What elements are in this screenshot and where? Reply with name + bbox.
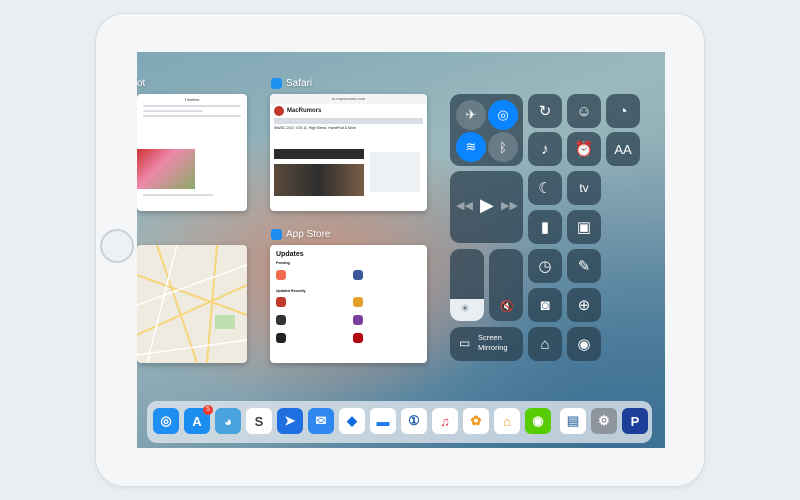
map-graphic bbox=[137, 245, 247, 363]
notes-title: Timeline bbox=[184, 97, 200, 102]
safari-article-image bbox=[274, 164, 364, 196]
safari-site-name: MacRumors bbox=[287, 108, 322, 114]
screen-mirroring-icon: ▭ bbox=[459, 336, 471, 350]
camera-icon[interactable]: ◙ bbox=[528, 288, 562, 322]
notes-card[interactable]: Timeline bbox=[137, 94, 247, 211]
dock-home-icon[interactable]: ⌂ bbox=[494, 408, 520, 434]
brightness-icon: ☀ bbox=[460, 303, 470, 315]
bluetooth-icon[interactable]: ᛒ bbox=[488, 132, 518, 162]
notes-icon[interactable]: ✎ bbox=[567, 249, 601, 283]
do-not-disturb-icon[interactable]: ♪ bbox=[528, 132, 562, 166]
rewind-icon[interactable]: ◀◀ bbox=[456, 199, 473, 212]
wifi-icon[interactable]: ≋ bbox=[456, 132, 486, 162]
safari-headline: WWDC 2017: iOS 11, High Sierra, HomePod … bbox=[274, 126, 357, 130]
text-size-glyph: AA bbox=[614, 141, 632, 157]
appstore-recent: Updated Recently bbox=[276, 289, 306, 293]
orientation-lock-icon[interactable]: ↻ bbox=[528, 94, 562, 128]
alarm-icon[interactable]: ⏰ bbox=[567, 132, 601, 166]
screen-mirroring-label: Screen Mirroring bbox=[478, 333, 508, 352]
dock-duolingo-icon[interactable]: ◉ bbox=[525, 408, 551, 434]
dock-dropbox-icon[interactable]: ◆ bbox=[339, 408, 365, 434]
appstore-title: Updates bbox=[276, 251, 304, 258]
dock-music-icon[interactable]: ♫ bbox=[432, 408, 458, 434]
macrumors-logo-icon bbox=[274, 106, 284, 116]
appstore-badge: 5 bbox=[203, 405, 213, 415]
airplane-mode-icon[interactable]: ✈ bbox=[456, 100, 486, 130]
media-panel[interactable]: ◀◀ ▶ ▶▶ bbox=[450, 171, 523, 243]
night-mode-icon[interactable]: ☾ bbox=[528, 171, 562, 205]
safari-label-text: Safari bbox=[286, 78, 313, 89]
flashlight-icon[interactable]: ▮ bbox=[528, 210, 562, 244]
volume-slider[interactable]: 🔇 bbox=[489, 249, 523, 321]
notes-label-text: ot bbox=[137, 78, 146, 89]
safari-label: Safari bbox=[271, 78, 312, 89]
apple-tv-glyph: tv bbox=[579, 181, 589, 195]
timer-icon[interactable]: ◔ bbox=[606, 94, 640, 128]
home-icon[interactable]: ⌂ bbox=[528, 327, 562, 361]
appstore-card[interactable]: Updates Pending Updated Recently bbox=[270, 245, 427, 363]
magnifier-icon[interactable]: ⊕ bbox=[567, 288, 601, 322]
guided-access-icon[interactable]: ▣ bbox=[567, 210, 601, 244]
home-button[interactable] bbox=[100, 229, 134, 263]
dock-tweetbot-icon[interactable]: ◕ bbox=[215, 408, 241, 434]
dock-safari-icon[interactable]: ◎ bbox=[153, 408, 179, 434]
safari-card[interactable]: m.macrumors.com MacRumors WWDC 2017: iOS… bbox=[270, 94, 427, 211]
stopwatch-icon[interactable]: ◷ bbox=[528, 249, 562, 283]
brightness-slider[interactable]: ☀ bbox=[450, 249, 484, 321]
screen-record-icon[interactable]: ◉ bbox=[567, 327, 601, 361]
fast-forward-icon[interactable]: ▶▶ bbox=[501, 199, 518, 212]
screen-mirroring-button[interactable]: ▭ Screen Mirroring bbox=[450, 327, 523, 361]
dock-files-icon[interactable]: ▬ bbox=[370, 408, 396, 434]
dock-playstation-icon[interactable]: P bbox=[622, 408, 648, 434]
dock-settings-icon[interactable]: ⚙ bbox=[591, 408, 617, 434]
accessibility-icon[interactable]: ☺ bbox=[567, 94, 601, 128]
dock-tapbots-icon[interactable]: ✿ bbox=[463, 408, 489, 434]
notes-label: ot bbox=[137, 78, 145, 89]
text-size-button[interactable]: AA bbox=[606, 132, 640, 166]
dock-1password-icon[interactable]: ① bbox=[401, 408, 427, 434]
appstore-label-text: App Store bbox=[286, 229, 331, 240]
screen: ot Timeline Safari m.macrumors.com MacRu… bbox=[137, 52, 665, 448]
appstore-pending: Pending bbox=[276, 261, 290, 265]
dock-mail-icon[interactable]: ✉ bbox=[308, 408, 334, 434]
dock-preview-icon[interactable]: ▤ bbox=[560, 408, 586, 434]
airdrop-icon[interactable]: ◎ bbox=[488, 100, 518, 130]
appstore-label: App Store bbox=[271, 229, 330, 240]
safari-url: m.macrumors.com bbox=[270, 94, 427, 104]
apple-tv-remote-icon[interactable]: tv bbox=[567, 171, 601, 205]
mute-icon: 🔇 bbox=[500, 301, 514, 313]
dock-spark-icon[interactable]: ➤ bbox=[277, 408, 303, 434]
dock-slack-icon[interactable]: S bbox=[246, 408, 272, 434]
appstore-icon bbox=[271, 229, 282, 240]
maps-card[interactable] bbox=[137, 245, 247, 363]
safari-icon bbox=[271, 78, 282, 89]
notes-image bbox=[137, 149, 195, 189]
play-icon[interactable]: ▶ bbox=[480, 195, 494, 216]
